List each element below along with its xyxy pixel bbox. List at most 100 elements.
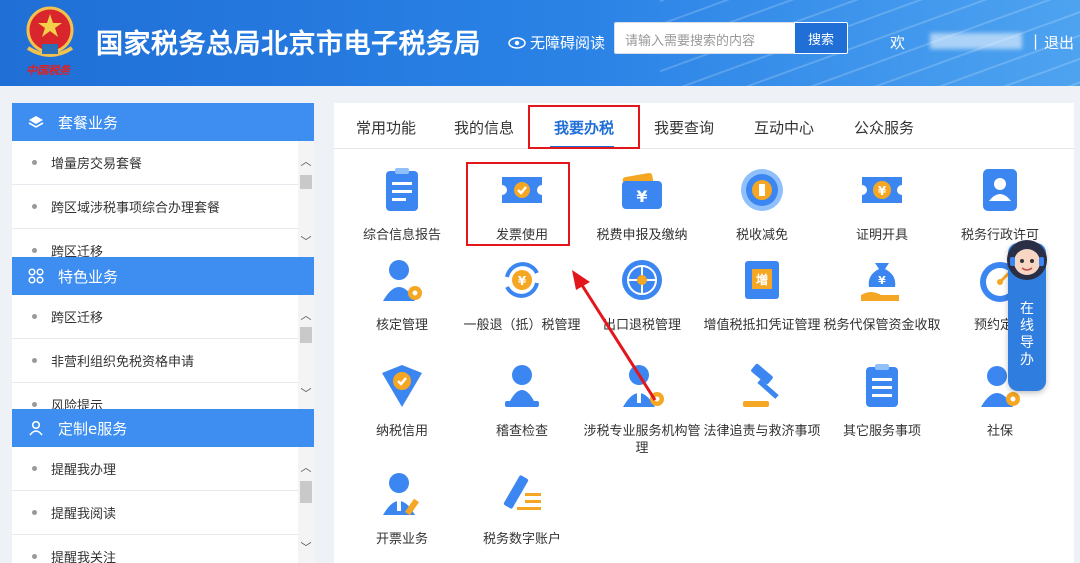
list-item[interactable]: 跨区迁移 <box>12 295 314 339</box>
list-item-label: 增量房交易套餐 <box>51 157 143 172</box>
report-icon <box>386 168 418 211</box>
money-bag-hand-icon: ¥ <box>861 263 899 301</box>
list-item[interactable]: 增量房交易套餐 <box>12 141 314 185</box>
bullet <box>32 554 37 559</box>
tab-common[interactable]: 常用功能 <box>356 117 416 138</box>
grid-item-filing[interactable]: ¥ 税费申报及缴纳 <box>582 165 702 244</box>
grid-item-reduction[interactable]: 税收减免 <box>702 165 822 244</box>
scrollbar[interactable]: ︿ ﹀ <box>298 447 314 563</box>
grid-item-vat-voucher[interactable]: 増 增值税抵扣凭证管理 <box>702 255 822 334</box>
scroll-up-icon[interactable]: ︿ <box>298 461 314 475</box>
list-item[interactable]: 跨区域涉税事项综合办理套餐 <box>12 185 314 229</box>
bullet <box>32 314 37 319</box>
bullet <box>32 160 37 165</box>
tab-query[interactable]: 我要查询 <box>654 117 714 138</box>
section-title: 套餐业务 <box>58 113 119 132</box>
grid-item-label: 稽查检查 <box>495 424 548 439</box>
bullet <box>32 510 37 515</box>
scroll-down-icon[interactable]: ﹀ <box>298 235 314 249</box>
section-title: 定制e服务 <box>58 419 128 438</box>
highlight-box-tab <box>528 105 640 149</box>
tab-public-service[interactable]: 公众服务 <box>854 117 914 138</box>
grid-item-legal[interactable]: 法律追责与救济事项 <box>702 361 822 440</box>
ticket-yuan-icon: ¥ <box>862 177 902 203</box>
list-item-label: 风险提示 <box>51 399 104 409</box>
person-gear-icon <box>383 260 422 301</box>
svg-text:¥: ¥ <box>518 274 527 288</box>
list-item[interactable]: 提醒我办理 <box>12 447 314 491</box>
grid-item-label: 其它服务事项 <box>842 424 921 439</box>
section-header-featured[interactable]: 特色业务 <box>12 257 314 295</box>
wallet-yuan-icon: ¥ <box>622 172 662 209</box>
user-icon <box>29 420 43 436</box>
tab-my-info[interactable]: 我的信息 <box>454 117 514 138</box>
grid-item-report[interactable]: 综合信息报告 <box>342 165 462 244</box>
grid-item-digital-account[interactable]: 税务数字账户 <box>462 469 582 548</box>
svg-text:¥: ¥ <box>878 184 887 198</box>
list-item-label: 提醒我办理 <box>51 463 117 478</box>
grid-item-label: 综合信息报告 <box>362 228 441 243</box>
section-header-custom[interactable]: 定制e服务 <box>12 409 314 447</box>
online-guide-widget[interactable]: 在线导办 <box>1007 240 1047 391</box>
grid-item-certificate[interactable]: ¥ 证明开具 <box>822 165 942 244</box>
svg-text:増: 増 <box>756 272 768 287</box>
scroll-up-icon[interactable]: ︿ <box>298 155 314 169</box>
tab-bar: 常用功能 我的信息 我要办税 我要查询 互动中心 公众服务 <box>334 103 1074 149</box>
grid-item-license[interactable]: 税务行政许可 <box>940 165 1060 244</box>
list-item[interactable]: 非营利组织免税资格申请 <box>12 339 314 383</box>
search-button[interactable]: 搜索 <box>794 22 848 54</box>
online-guide-label: 在线导办 <box>1020 301 1034 368</box>
grid-item-label: 证明开具 <box>855 228 908 243</box>
tax-emblem-logo <box>26 6 74 57</box>
list-item[interactable]: 风险提示 <box>12 383 314 409</box>
grid-item-credit[interactable]: 纳税信用 <box>342 361 462 440</box>
accessibility-link[interactable]: 无障碍阅读 <box>508 32 605 53</box>
support-agent-icon <box>1007 240 1047 280</box>
scrollbar[interactable]: ︿ ﹀ <box>298 141 314 257</box>
svg-text:¥: ¥ <box>878 274 886 287</box>
grid-item-label: 税务数字账户 <box>482 532 561 547</box>
list-item[interactable]: 提醒我关注 <box>12 535 314 563</box>
username-blurred <box>930 33 1022 49</box>
main-panel: 常用功能 我的信息 我要办税 我要查询 互动中心 公众服务 综合信息报告 发票使… <box>334 103 1074 563</box>
list-item[interactable]: 跨区迁移 <box>12 229 314 257</box>
scroll-down-icon[interactable]: ﹀ <box>298 541 314 555</box>
bullet <box>32 402 37 407</box>
section-header-package[interactable]: 套餐业务 <box>12 103 314 141</box>
section-title: 特色业务 <box>58 267 119 286</box>
list-item[interactable]: 提醒我阅读 <box>12 491 314 535</box>
tab-interaction[interactable]: 互动中心 <box>754 117 814 138</box>
bullet <box>32 248 37 253</box>
grid-item-custody[interactable]: ¥ 税务代保管资金收取 <box>822 255 942 334</box>
credit-shield-icon <box>382 365 422 407</box>
grid-item-label: 核定管理 <box>375 318 428 333</box>
scroll-up-icon[interactable]: ︿ <box>298 309 314 323</box>
grid-item-label: 税费申报及缴纳 <box>596 228 688 243</box>
agent-pen-icon <box>383 473 420 516</box>
pen-lines-icon <box>503 475 541 510</box>
search-input[interactable]: 请输入需要搜索的内容 <box>614 22 794 54</box>
annotation-arrow <box>572 270 657 401</box>
logout-link[interactable]: 退出 <box>1044 32 1074 53</box>
scrollbar[interactable]: ︿ ﹀ <box>298 295 314 409</box>
scroll-thumb[interactable] <box>300 481 312 503</box>
welcome-text: 欢 <box>890 34 906 52</box>
scroll-thumb[interactable] <box>300 327 312 343</box>
header-divider: | <box>1033 32 1039 50</box>
grid-item-label: 纳税信用 <box>375 424 428 439</box>
list-item-label: 跨区域涉税事项综合办理套餐 <box>51 201 221 216</box>
grid-item-other[interactable]: 其它服务事项 <box>822 361 942 440</box>
scroll-thumb[interactable] <box>300 175 312 189</box>
scroll-down-icon[interactable]: ﹀ <box>298 387 314 401</box>
grid-item-label: 涉税专业服务机构管理 <box>583 424 701 456</box>
highlight-box-invoice <box>466 162 570 246</box>
grid-item-label: 增值税抵扣凭证管理 <box>703 318 821 333</box>
grid-item-assessment[interactable]: 核定管理 <box>342 255 462 334</box>
section-list-featured: 跨区迁移 非营利组织免税资格申请 风险提示 <box>12 295 314 409</box>
bullet <box>32 466 37 471</box>
vat-voucher-icon: 増 <box>745 261 779 299</box>
section-list-custom: 提醒我办理 提醒我阅读 提醒我关注 <box>12 447 314 563</box>
grid-item-invoicing[interactable]: 开票业务 <box>342 469 462 548</box>
layers-icon <box>28 116 44 128</box>
refund-cycle-icon: ¥ <box>505 262 539 298</box>
